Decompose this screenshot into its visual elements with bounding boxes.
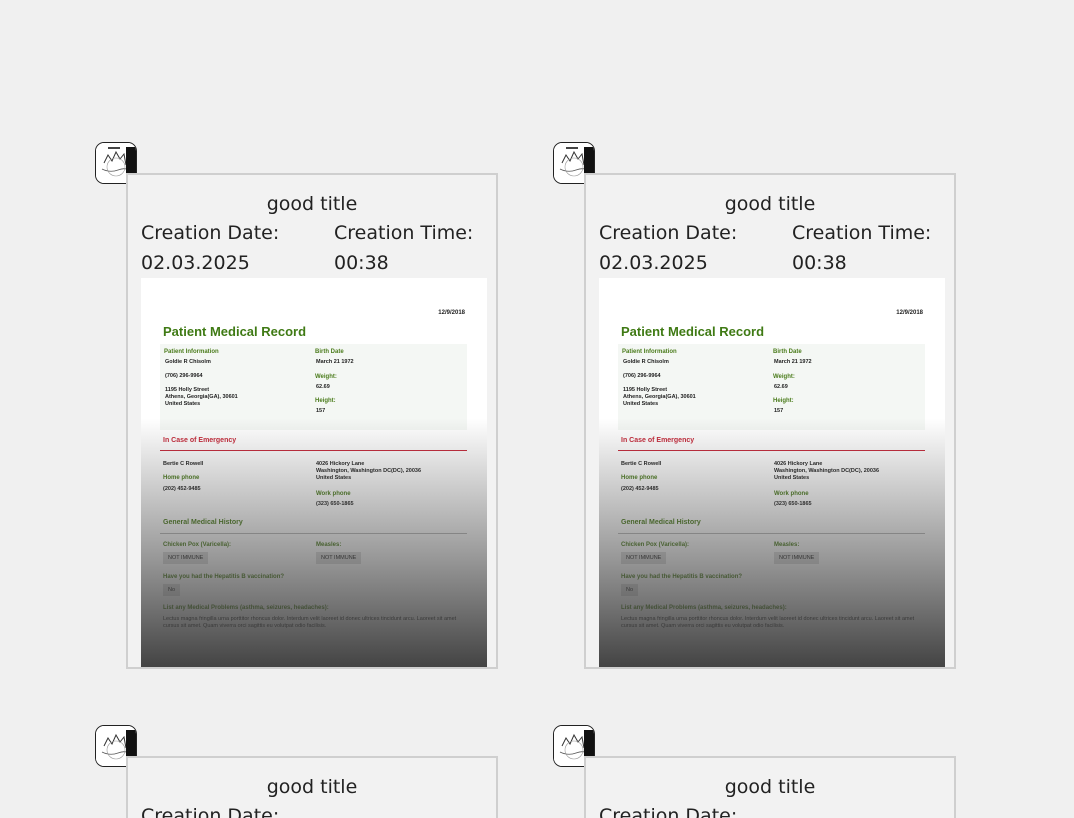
emergency-address-line-3: United States	[316, 475, 352, 481]
history-title: General Medical History	[163, 519, 243, 526]
card-title: good title	[724, 776, 816, 798]
birth-date: March 21 1972	[774, 359, 812, 365]
measles-value: NOT IMMUNE	[774, 552, 820, 564]
creation-time-value: 00:38	[334, 252, 389, 274]
doc-title: Patient Medical Record	[163, 324, 307, 339]
weight-label: Weight:	[315, 374, 337, 380]
document-preview[interactable]: 12/9/2018 Patient Medical Record Patient…	[141, 278, 487, 667]
work-phone: (323) 650-1865	[316, 501, 354, 507]
patient-name: Goldie R Chisolm	[165, 359, 211, 365]
creation-time-group: Creation Time: 00:38	[334, 218, 473, 278]
birth-date: March 21 1972	[316, 359, 354, 365]
weight: 62.69	[316, 384, 330, 390]
problems-text: Lectus magna fringilla urna porttitor rh…	[163, 616, 457, 629]
chicken-pox-label: Chicken Pox (Varicella):	[621, 542, 690, 548]
creation-time-value: 00:38	[792, 252, 847, 274]
card-title: good title	[266, 193, 358, 215]
creation-date-value: 02.03.2025	[141, 252, 250, 274]
patient-address-line-3: United States	[623, 401, 659, 407]
doc-date: 12/9/2018	[438, 310, 465, 316]
problems-label: List any Medical Problems (asthma, seizu…	[163, 605, 329, 611]
card-title: good title	[724, 193, 816, 215]
emergency-name: Bertie C Rowell	[621, 461, 662, 467]
work-phone-label: Work phone	[316, 491, 351, 497]
work-phone-label: Work phone	[774, 491, 809, 497]
birth-date-label: Birth Date	[315, 349, 344, 355]
emergency-address-line-3: United States	[774, 475, 810, 481]
patient-info-label: Patient Information	[164, 349, 219, 355]
chicken-pox-value: NOT IMMUNE	[163, 552, 209, 564]
height-label: Height:	[773, 398, 794, 404]
patient-name: Goldie R Chisolm	[623, 359, 669, 365]
height: 157	[316, 408, 326, 414]
doc-date: 12/9/2018	[896, 310, 923, 316]
creation-date-group: Creation Date: 02.03.2025	[599, 218, 737, 278]
document-card[interactable]: good title Creation Date: 02.03.2025 Cre…	[126, 173, 498, 669]
creation-time-label: Creation Time:	[792, 222, 932, 244]
home-phone: (202) 452-9485	[163, 486, 201, 492]
hepatitis-label: Have you had the Hepatitis B vaccination…	[163, 574, 285, 580]
measles-label: Measles:	[316, 542, 342, 548]
creation-date-group: Creation Date:	[141, 801, 279, 818]
emergency-divider	[618, 450, 925, 451]
history-title: General Medical History	[621, 519, 701, 526]
doc-title: Patient Medical Record	[621, 324, 765, 339]
creation-time-label: Creation Time:	[334, 222, 474, 244]
emergency-title: In Case of Emergency	[621, 437, 695, 444]
chicken-pox-label: Chicken Pox (Varicella):	[163, 542, 232, 548]
document-preview[interactable]: 12/9/2018 Patient Medical Record Patient…	[599, 278, 945, 667]
history-divider	[618, 533, 925, 534]
creation-date-label: Creation Date:	[599, 805, 738, 818]
birth-date-label: Birth Date	[773, 349, 802, 355]
creation-date-label: Creation Date:	[141, 805, 280, 818]
problems-label: List any Medical Problems (asthma, seizu…	[621, 605, 787, 611]
height-label: Height:	[315, 398, 336, 404]
hepatitis-value: No	[621, 584, 639, 596]
work-phone: (323) 650-1865	[774, 501, 812, 507]
patient-info-label: Patient Information	[622, 349, 677, 355]
home-phone-label: Home phone	[163, 475, 200, 481]
creation-date-value: 02.03.2025	[599, 252, 708, 274]
measles-value: NOT IMMUNE	[316, 552, 362, 564]
creation-date-label: Creation Date:	[599, 222, 738, 244]
creation-date-label: Creation Date:	[141, 222, 280, 244]
emergency-name: Bertie C Rowell	[163, 461, 204, 467]
hepatitis-label: Have you had the Hepatitis B vaccination…	[621, 574, 743, 580]
home-phone: (202) 452-9485	[621, 486, 659, 492]
weight-label: Weight:	[773, 374, 795, 380]
emergency-divider	[160, 450, 467, 451]
emergency-title: In Case of Emergency	[163, 437, 237, 444]
creation-date-group: Creation Date:	[599, 801, 737, 818]
creation-date-group: Creation Date: 02.03.2025	[141, 218, 279, 278]
document-card[interactable]: good title Creation Date:	[584, 756, 956, 818]
history-divider	[160, 533, 467, 534]
document-card[interactable]: good title Creation Date:	[126, 756, 498, 818]
weight: 62.69	[774, 384, 788, 390]
chicken-pox-value: NOT IMMUNE	[621, 552, 667, 564]
height: 157	[774, 408, 784, 414]
home-phone-label: Home phone	[621, 475, 658, 481]
patient-address-line-3: United States	[165, 401, 201, 407]
patient-phone: (706) 296-9964	[623, 373, 661, 379]
document-card[interactable]: good title Creation Date: 02.03.2025 Cre…	[584, 173, 956, 669]
card-title: good title	[266, 776, 358, 798]
measles-label: Measles:	[774, 542, 800, 548]
creation-time-group: Creation Time: 00:38	[792, 218, 931, 278]
hepatitis-value: No	[163, 584, 181, 596]
patient-phone: (706) 296-9964	[165, 373, 203, 379]
problems-text: Lectus magna fringilla urna porttitor rh…	[621, 616, 915, 629]
